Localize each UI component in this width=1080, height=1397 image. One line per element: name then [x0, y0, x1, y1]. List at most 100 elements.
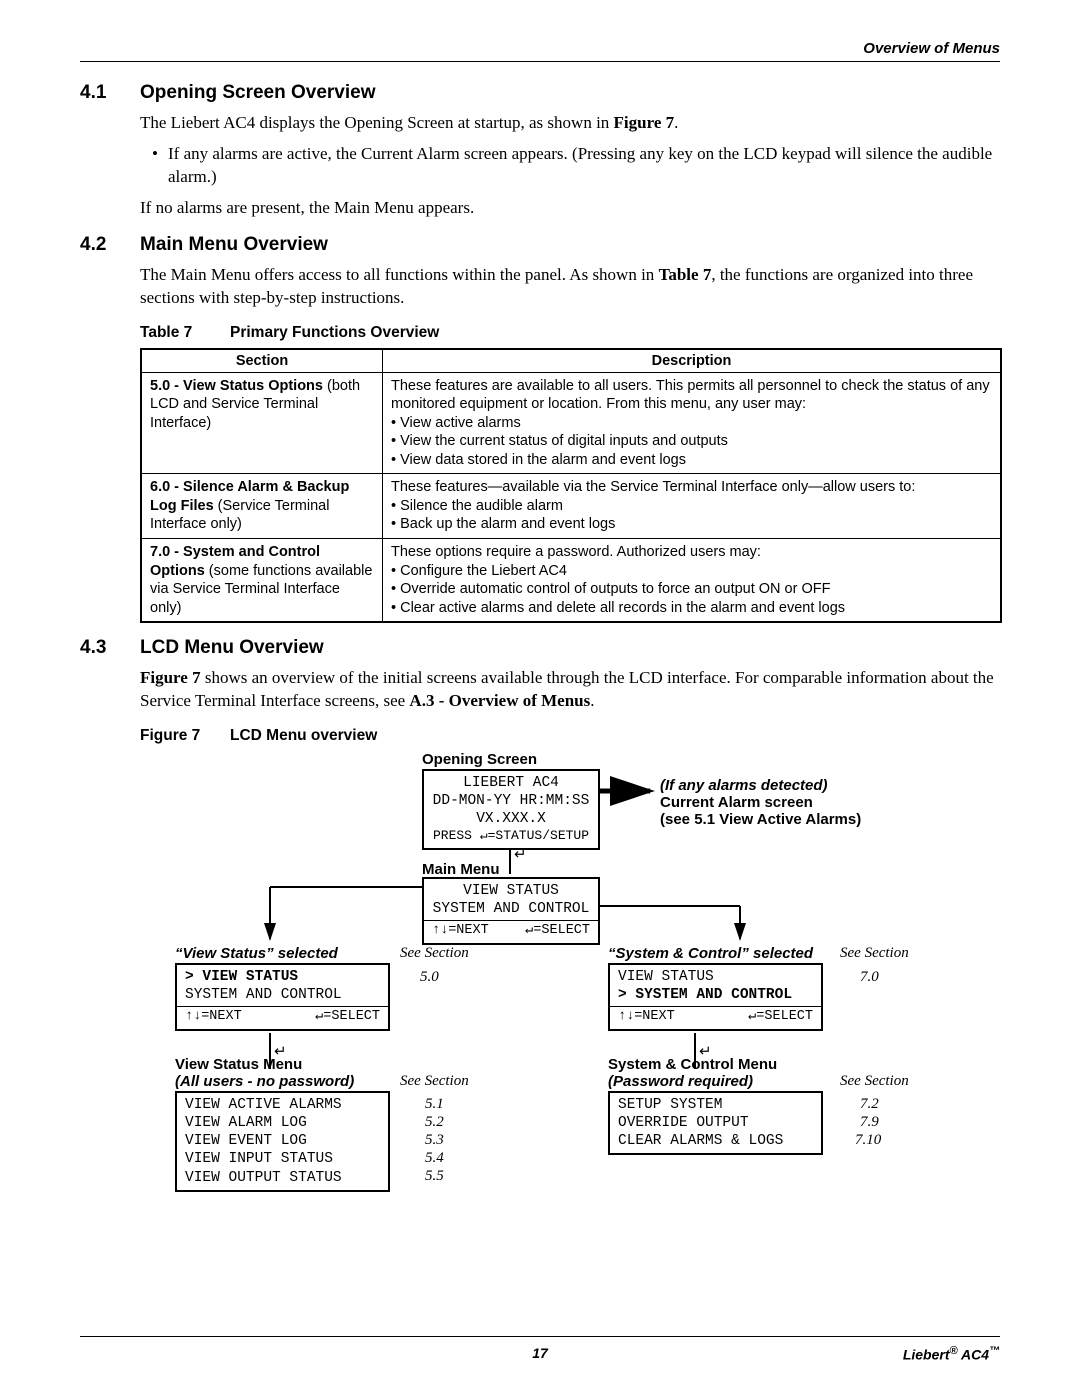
lcd-menu-diagram: ↵ ↵ ↵ ⇕ Opening Screen LIEBERT AC4 DD-MO…: [140, 751, 1002, 1201]
running-head: Overview of Menus: [80, 40, 1000, 57]
section-ref: 7.9: [860, 1114, 879, 1131]
table-row: 6.0 - Silence Alarm & Backup Log Files (…: [141, 474, 1001, 539]
menu-item: VIEW EVENT LOG: [185, 1132, 380, 1150]
top-rule: [80, 61, 1000, 62]
section-ref: 5.5: [425, 1168, 444, 1185]
section-title: LCD Menu Overview: [140, 637, 324, 659]
nav-hint-right: ↵=SELECT: [525, 923, 590, 940]
menu-item: VIEW OUTPUT STATUS: [185, 1169, 380, 1187]
section-num: 7.0 -: [150, 544, 183, 560]
product-pre: Liebert: [903, 1347, 950, 1363]
nav-hint-right: ↵=SELECT: [315, 1009, 380, 1026]
lcd-line: PRESS ↵=STATUS/SETUP: [432, 828, 590, 844]
figure-ref: Figure 7: [140, 668, 201, 687]
bullet-icon: •: [152, 143, 168, 189]
figure-ref: Figure 7: [614, 113, 675, 132]
nav-hint-left: ↑↓=NEXT: [432, 923, 489, 940]
lcd-line: VIEW STATUS: [432, 882, 590, 900]
lcd-line: VX.XXX.X: [432, 810, 590, 828]
label-sc-menu-sub: (Password required): [608, 1073, 753, 1090]
alarm-note-1: (If any alarms detected): [660, 777, 828, 794]
nav-hint-left: ↑↓=NEXT: [618, 1009, 675, 1026]
nav-hint-right: ↵=SELECT: [748, 1009, 813, 1026]
lcd-line: SYSTEM AND CONTROL: [185, 986, 380, 1004]
col-header-description: Description: [383, 349, 1002, 373]
desc-item: Silence the audible alarm: [400, 498, 563, 514]
menu-item: SETUP SYSTEM: [618, 1096, 813, 1114]
product-post: AC4: [958, 1347, 989, 1363]
section-4-1-heading: 4.1 Opening Screen Overview: [80, 82, 1000, 104]
section-title: Main Menu Overview: [140, 234, 328, 256]
section-number: 4.1: [80, 82, 140, 104]
section-title: Opening Screen Overview: [140, 82, 375, 104]
footer: 17 Liebert® AC4™: [80, 1345, 1000, 1363]
caption-title: Primary Functions Overview: [230, 324, 439, 342]
trademark-icon: ™: [989, 1345, 1000, 1357]
section-ref: 5.3: [425, 1132, 444, 1149]
menu-item: VIEW ALARM LOG: [185, 1114, 380, 1132]
table-caption: Table 7 Primary Functions Overview: [140, 324, 1000, 342]
caption-label: Table 7: [140, 324, 230, 342]
desc-item: Override automatic control of outputs to…: [400, 581, 830, 597]
view-status-box: > VIEW STATUS SYSTEM AND CONTROL ↑↓=NEXT…: [175, 963, 390, 1031]
section-4-1-body: The Liebert AC4 displays the Opening Scr…: [140, 112, 1000, 220]
section-ref: 5.1: [425, 1096, 444, 1113]
registered-icon: ®: [950, 1345, 958, 1357]
section-ref: 5.4: [425, 1150, 444, 1167]
label-view-status-menu: View Status Menu: [175, 1056, 302, 1073]
text: If no alarms are present, the Main Menu …: [140, 197, 1000, 220]
product-name: Liebert® AC4™: [693, 1345, 1000, 1363]
menu-item: CLEAR ALARMS & LOGS: [618, 1132, 813, 1150]
caption-title: LCD Menu overview: [230, 727, 377, 745]
opening-screen-box: LIEBERT AC4 DD-MON-YY HR:MM:SS VX.XXX.X …: [422, 769, 600, 850]
label-opening-screen: Opening Screen: [422, 751, 537, 768]
bullet-text: If any alarms are active, the Current Al…: [168, 143, 1000, 189]
label-system-control-selected: “System & Control” selected: [608, 945, 813, 962]
label-see-section-3: See Section: [400, 1073, 469, 1090]
page-number: 17: [387, 1345, 694, 1363]
alarm-note-2: Current Alarm screen: [660, 794, 813, 811]
section-num: 6.0 -: [150, 479, 183, 495]
text: The Main Menu offers access to all funct…: [140, 265, 659, 284]
section-4-2-body: The Main Menu offers access to all funct…: [140, 264, 1000, 310]
col-header-section: Section: [141, 349, 383, 373]
section-4-3-heading: 4.3 LCD Menu Overview: [80, 637, 1000, 659]
lcd-line-selected: > SYSTEM AND CONTROL: [618, 986, 813, 1004]
label-see-section-1: See Section: [400, 945, 469, 962]
label-see-section-4: See Section: [840, 1073, 909, 1090]
desc-intro: These options require a password. Author…: [391, 544, 761, 560]
section-ref: 7.2: [860, 1096, 879, 1113]
figure-caption: Figure 7 LCD Menu overview: [140, 727, 1000, 745]
label-main-menu: Main Menu: [422, 861, 500, 878]
sc-menu-box: SETUP SYSTEM OVERRIDE OUTPUT CLEAR ALARM…: [608, 1091, 823, 1155]
label-view-status-menu-sub: (All users - no password): [175, 1073, 354, 1090]
menu-item: VIEW ACTIVE ALARMS: [185, 1096, 380, 1114]
lcd-line: DD-MON-YY HR:MM:SS: [432, 792, 590, 810]
desc-intro: These features—available via the Service…: [391, 479, 915, 495]
section-ref: 5.2: [425, 1114, 444, 1131]
lcd-line-selected: > VIEW STATUS: [185, 968, 380, 986]
system-control-box: VIEW STATUS > SYSTEM AND CONTROL ↑↓=NEXT…: [608, 963, 823, 1031]
desc-item: View active alarms: [400, 415, 521, 431]
nav-hint-left: ↑↓=NEXT: [185, 1009, 242, 1026]
text: .: [674, 113, 678, 132]
desc-item: Clear active alarms and delete all recor…: [400, 600, 845, 616]
lcd-line: SYSTEM AND CONTROL: [432, 900, 590, 918]
caption-label: Figure 7: [140, 727, 230, 745]
footer-rule: [80, 1336, 1000, 1337]
section-bold: View Status Options: [183, 378, 323, 394]
section-4-2-heading: 4.2 Main Menu Overview: [80, 234, 1000, 256]
section-number: 4.2: [80, 234, 140, 256]
table-row: 7.0 - System and Control Options (some f…: [141, 539, 1001, 623]
lcd-line: LIEBERT AC4: [432, 774, 590, 792]
desc-intro: These features are available to all user…: [391, 378, 990, 413]
text: The Liebert AC4 displays the Opening Scr…: [140, 113, 614, 132]
primary-functions-table: Section Description 5.0 - View Status Op…: [140, 348, 1002, 624]
section-number: 4.3: [80, 637, 140, 659]
label-view-status-selected: “View Status” selected: [175, 945, 338, 962]
section-ref: 5.0: [420, 969, 439, 986]
alarm-note-3: (see 5.1 View Active Alarms): [660, 811, 861, 828]
desc-item: View data stored in the alarm and event …: [400, 452, 686, 468]
section-num: 5.0 -: [150, 378, 183, 394]
xref: A.3 - Overview of Menus: [409, 691, 590, 710]
